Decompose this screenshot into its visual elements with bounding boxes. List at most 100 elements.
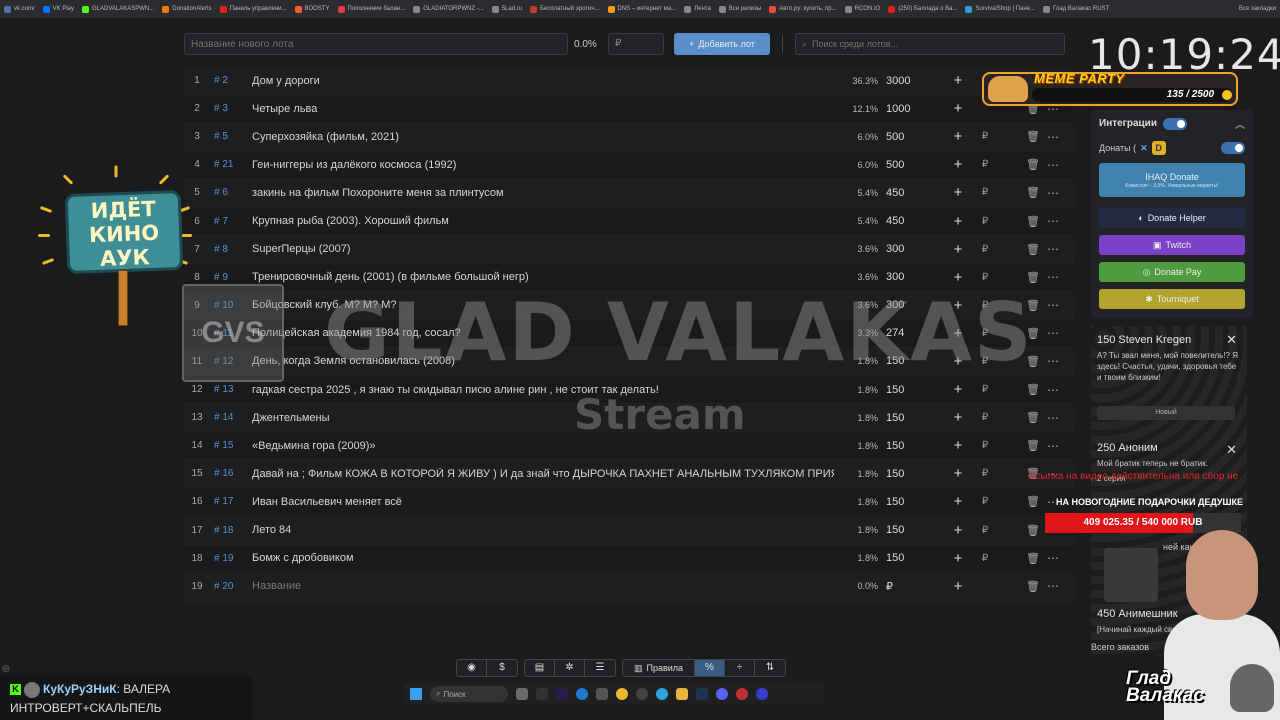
lot-search-input[interactable]: ⌕ Поиск среди лотов... — [795, 33, 1065, 55]
bookmark-item[interactable]: RCON.IO — [844, 5, 880, 13]
lot-id-link[interactable]: # 2 — [210, 75, 252, 86]
lot-id-link[interactable]: # 8 — [210, 244, 252, 255]
bookmark-item[interactable]: DNS – интернет ма... — [607, 5, 676, 13]
add-lot-button[interactable]: + Добавить лот — [674, 33, 770, 55]
add-amount-icon[interactable]: + — [946, 465, 970, 482]
lot-amount[interactable]: 150 — [886, 552, 946, 564]
rules-button[interactable]: ▥ Правила — [623, 660, 695, 676]
more-icon[interactable]: ⋯ — [1040, 326, 1066, 340]
bug-icon[interactable]: ✲ — [555, 660, 585, 676]
lot-amount[interactable]: ₽ — [886, 580, 946, 593]
app-icon[interactable] — [596, 688, 608, 700]
add-amount-input[interactable]: ₽ — [970, 328, 1000, 339]
trash-icon[interactable]: 🗑 — [1000, 383, 1040, 396]
more-icon[interactable]: ⋯ — [1040, 158, 1066, 172]
lot-amount[interactable]: 150 — [886, 524, 946, 536]
files-icon[interactable] — [536, 688, 548, 700]
add-amount-icon[interactable]: + — [946, 437, 970, 454]
bookmark-item[interactable]: Бесплатный эротич... — [530, 5, 600, 13]
more-icon[interactable]: ⋯ — [1040, 186, 1066, 200]
bookmark-item[interactable]: Лента — [684, 5, 711, 13]
bookmark-item[interactable]: Авто.ру: купить, пр... — [769, 5, 837, 13]
more-icon[interactable]: ⋯ — [1040, 242, 1066, 256]
add-amount-icon[interactable]: + — [946, 100, 970, 117]
trash-icon[interactable]: 🗑 — [1000, 243, 1040, 256]
lot-id-link[interactable]: # 15 — [210, 440, 252, 451]
lot-amount[interactable]: 150 — [886, 412, 946, 424]
add-amount-input[interactable]: ₽ — [970, 131, 1000, 142]
add-amount-icon[interactable]: + — [946, 184, 970, 201]
more-icon[interactable]: ⋯ — [1040, 551, 1066, 565]
lot-name[interactable]: SuperПерцы (2007) — [252, 243, 834, 255]
new-lot-name-input[interactable] — [184, 33, 568, 55]
add-amount-icon[interactable]: + — [946, 493, 970, 510]
add-amount-input[interactable]: ₽ — [970, 216, 1000, 227]
lot-amount[interactable]: 3000 — [886, 75, 946, 87]
lot-name[interactable]: Бойцовский клуб. М? М? М? — [252, 299, 834, 311]
lot-id-link[interactable]: # 3 — [210, 103, 252, 114]
dollar-icon[interactable]: $ — [487, 660, 517, 676]
obs-icon[interactable] — [636, 688, 648, 700]
lot-id-link[interactable]: # 9 — [210, 272, 252, 283]
lot-id-link[interactable]: # 11 — [210, 328, 252, 339]
status-select[interactable]: Новый — [1097, 406, 1235, 420]
taskbar-search[interactable]: ⌕ Поиск — [430, 686, 508, 702]
lot-id-link[interactable]: # 17 — [210, 496, 252, 507]
trash-icon[interactable]: 🗑 — [1000, 215, 1040, 228]
lot-name[interactable]: Джентельмены — [252, 412, 834, 424]
recorder-icon[interactable] — [736, 688, 748, 700]
lot-name[interactable]: Иван Васильевич меняет всё — [252, 496, 834, 508]
lot-amount[interactable]: 500 — [886, 131, 946, 143]
add-amount-icon[interactable]: + — [946, 409, 970, 426]
more-icon[interactable]: ⋯ — [1040, 354, 1066, 368]
ihaq-donate-button[interactable]: IHAQ Donate Комиссия – 3,5%. Уникальные … — [1099, 163, 1245, 197]
add-amount-icon[interactable]: + — [946, 297, 970, 314]
new-lot-amount-input[interactable]: ₽ — [608, 33, 664, 55]
folder-icon[interactable] — [676, 688, 688, 700]
lot-name[interactable]: День, когда Земля остановилась (2008) — [252, 355, 834, 367]
twitch-button[interactable]: ▣ Twitch — [1099, 235, 1245, 255]
trash-icon[interactable]: 🗑 — [1000, 355, 1040, 368]
trash-icon[interactable]: 🗑 — [1000, 495, 1040, 508]
lot-amount[interactable]: 150 — [886, 384, 946, 396]
sort-icon[interactable]: ⇅ — [755, 660, 785, 676]
bookmark-item[interactable]: 5Lad.ru — [491, 5, 522, 13]
lot-amount[interactable]: 300 — [886, 243, 946, 255]
lot-amount[interactable]: 1000 — [886, 103, 946, 115]
add-amount-icon[interactable]: + — [946, 522, 970, 539]
lot-amount[interactable]: 450 — [886, 187, 946, 199]
bookmark-item[interactable]: GLADVALAKASPWN... — [82, 5, 154, 13]
chevron-up-icon[interactable]: ︿ — [1235, 116, 1245, 131]
add-amount-input[interactable]: ₽ — [970, 300, 1000, 311]
trash-icon[interactable]: 🗑 — [1000, 327, 1040, 340]
add-amount-input[interactable]: ₽ — [970, 356, 1000, 367]
donate-pay-button[interactable]: ◎ Donate Pay — [1099, 262, 1245, 282]
bookmark-item[interactable]: Пополнение балан... — [337, 5, 405, 13]
github-icon[interactable]: ◉ — [457, 660, 487, 676]
player-icon[interactable] — [756, 688, 768, 700]
add-amount-icon[interactable]: + — [946, 269, 970, 286]
lot-name[interactable]: Давай на ; Фильм КОЖА В КОТОРОЙ Я ЖИВУ )… — [252, 468, 834, 480]
lot-id-link[interactable]: # 13 — [210, 384, 252, 395]
lot-id-link[interactable]: # 20 — [210, 581, 252, 592]
add-amount-input[interactable]: ₽ — [970, 272, 1000, 283]
trash-icon[interactable]: 🗑 — [1000, 411, 1040, 424]
add-amount-input[interactable]: ₽ — [970, 187, 1000, 198]
lot-amount[interactable]: 150 — [886, 468, 946, 480]
lot-id-link[interactable]: # 12 — [210, 356, 252, 367]
premiere-icon[interactable] — [556, 688, 568, 700]
divide-icon[interactable]: ÷ — [725, 660, 755, 676]
lot-id-link[interactable]: # 10 — [210, 300, 252, 311]
lot-amount[interactable]: 500 — [886, 159, 946, 171]
trash-icon[interactable]: 🗑 — [1000, 186, 1040, 199]
lot-name[interactable]: Полицейская академия 1984 год, сосал? — [252, 327, 834, 339]
add-amount-icon[interactable]: + — [946, 241, 970, 258]
lot-id-link[interactable]: # 19 — [210, 553, 252, 564]
lot-name[interactable]: гадкая сестра 2025 , я знаю ты скидывал … — [252, 384, 834, 396]
percent-toggle[interactable]: % — [695, 660, 725, 676]
lot-amount[interactable]: 450 — [886, 215, 946, 227]
trash-icon[interactable]: 🗑 — [1000, 439, 1040, 452]
donate-helper-button[interactable]: ◐ Donate Helper — [1099, 208, 1245, 228]
bookmark-item[interactable]: VK Play — [42, 5, 74, 13]
trash-icon[interactable]: 🗑 — [1000, 299, 1040, 312]
